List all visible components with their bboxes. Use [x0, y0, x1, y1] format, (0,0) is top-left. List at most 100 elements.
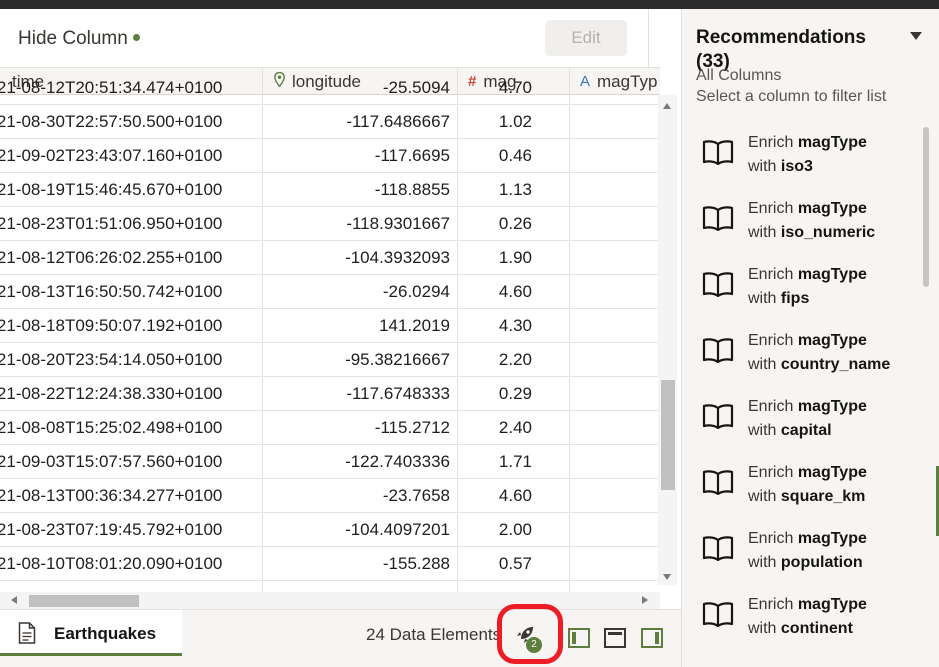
book-icon	[702, 337, 734, 368]
cell-time: 2021-08-13T16:50:50.742+0100	[0, 282, 223, 301]
recommendation-item[interactable]: Enrich magType with fips	[696, 259, 916, 311]
document-icon	[18, 622, 36, 649]
cell-longitude: -117.6695	[374, 146, 450, 165]
rec-column: magType	[797, 134, 867, 151]
data-element-count: 24 Data Elements	[366, 625, 502, 644]
table-row[interactable]: 2021-09-03T15:07:57.560+0100 -122.7403336…	[0, 445, 660, 479]
cell-longitude: -117.6748333	[346, 384, 450, 403]
cell-mag: 2.00	[498, 520, 532, 539]
scroll-down-icon[interactable]	[663, 574, 671, 580]
table-row[interactable]: 2021-08-18T09:50:07.192+0100 141.2019 4.30	[0, 309, 660, 343]
book-icon	[702, 139, 734, 170]
recommendation-item[interactable]: Enrich magType with iso3	[696, 127, 916, 179]
cell-longitude: -104.4097201	[345, 520, 450, 539]
vertical-scrollbar[interactable]	[658, 95, 677, 585]
rec-prefix: Enrich	[748, 134, 794, 151]
cell-longitude: -117.6486667	[346, 112, 450, 131]
rec-target: iso_numeric	[780, 224, 876, 241]
cell-mag: 4.60	[498, 282, 532, 301]
table-row[interactable]: 2021-08-23T01:51:06.950+0100 -118.9301667…	[0, 207, 660, 241]
book-icon	[702, 469, 734, 500]
cell-longitude: -95.38216667	[345, 350, 450, 369]
rec-prefix: Enrich	[748, 596, 794, 613]
vertical-scroll-thumb[interactable]	[661, 380, 675, 490]
rec-column: magType	[797, 200, 867, 217]
cell-longitude: -104.3932093	[345, 248, 450, 267]
recommendation-text: Enrich magType with capital	[748, 395, 867, 443]
rec-with: with	[748, 356, 777, 373]
layout-top-panel-button[interactable]	[604, 628, 626, 648]
recommendation-item[interactable]: Enrich magType with continent	[696, 589, 916, 641]
table-row[interactable]: 2021-08-19T15:46:45.670+0100 -118.8855 1.1…	[0, 173, 660, 207]
tab-earthquakes[interactable]: Earthquakes	[0, 610, 182, 656]
rec-prefix: Enrich	[748, 200, 794, 217]
cell-mag: 1.02	[498, 112, 532, 131]
rec-target: population	[780, 554, 863, 571]
recommendation-item[interactable]: Enrich magType with population	[696, 523, 916, 575]
hide-column-label[interactable]: Hide Column	[18, 28, 140, 50]
rec-column: magType	[797, 398, 867, 415]
recommendation-text: Enrich magType with iso_numeric	[748, 197, 875, 245]
scroll-up-icon[interactable]	[663, 103, 671, 109]
recommendation-item[interactable]: Enrich magType with square_km	[696, 457, 916, 509]
recommendation-text: Enrich magType with iso3	[748, 131, 867, 179]
table-row[interactable]: 2021-09-02T23:43:07.160+0100 -117.6695 0.4…	[0, 139, 660, 173]
edit-button[interactable]: Edit	[545, 20, 627, 56]
table-row[interactable]: 2021-08-22T12:24:38.330+0100 -117.6748333…	[0, 377, 660, 411]
table-row[interactable]: 2021-08-23T07:19:45.792+0100 -104.4097201…	[0, 513, 660, 547]
table-row[interactable]: 2021-08-13T00:36:34.277+0100 -23.7658 4.60	[0, 479, 660, 513]
recommendations-scrollbar[interactable]	[923, 127, 929, 287]
cell-longitude: -122.7403336	[345, 452, 450, 471]
layout-left-panel-button[interactable]	[568, 628, 590, 648]
rec-target: country_name	[780, 356, 891, 373]
table-row[interactable]: 2021-08-30T22:57:50.500+0100 -117.6486667…	[0, 105, 660, 139]
rec-column: magType	[797, 266, 867, 283]
table-row[interactable]: 2021-08-08T15:25:02.498+0100 -115.2712 2.4…	[0, 411, 660, 445]
rec-target: iso3	[780, 158, 813, 175]
book-icon	[702, 205, 734, 236]
cell-longitude: 141.2019	[379, 316, 450, 335]
cell-mag: 2.40	[498, 418, 532, 437]
cell-time: 2021-08-13T00:36:34.277+0100	[0, 486, 223, 505]
book-icon	[702, 403, 734, 434]
layout-right-panel-button[interactable]	[641, 628, 663, 648]
rec-target: square_km	[780, 488, 866, 505]
cell-time: 2021-08-23T01:51:06.950+0100	[0, 214, 223, 233]
recommendations-hint: Select a column to filter list	[696, 88, 887, 105]
cell-mag: 4.30	[498, 316, 532, 335]
book-icon	[702, 271, 734, 302]
book-icon	[702, 535, 734, 566]
chevron-down-icon[interactable]	[910, 32, 922, 40]
table-row[interactable]: 2021-08-20T23:54:14.050+0100 -95.38216667…	[0, 343, 660, 377]
cell-mag: 2.20	[498, 350, 532, 369]
cell-time: 2021-09-03T15:07:57.560+0100	[0, 452, 223, 471]
cell-longitude: -118.9301667	[346, 214, 450, 233]
highlight-annotation	[497, 604, 563, 664]
table-row[interactable]: 2021-08-13T16:50:50.742+0100 -26.0294 4.60	[0, 275, 660, 309]
recommendations-panel: Recommendations (33) All Columns Select …	[681, 9, 939, 667]
recommendation-text: Enrich magType with square_km	[748, 461, 867, 509]
data-panel: Hide Column Edit time longitude # mag A …	[0, 9, 681, 667]
status-dot-icon	[132, 34, 140, 42]
recommendation-item[interactable]: Enrich magType with iso_numeric	[696, 193, 916, 245]
cell-mag: 1.90	[498, 248, 532, 267]
horizontal-scrollbar[interactable]	[0, 592, 660, 609]
scroll-right-icon[interactable]	[642, 596, 648, 604]
recommendation-item[interactable]: Enrich magType with capital	[696, 391, 916, 443]
rec-with: with	[748, 224, 777, 241]
rec-column: magType	[797, 530, 867, 547]
rec-with: with	[748, 422, 777, 439]
table-row[interactable]: 2021-08-12T06:26:02.255+0100 -104.3932093…	[0, 241, 660, 275]
recommendation-text: Enrich magType with fips	[748, 263, 867, 311]
table-row[interactable]: 2021-08-12T20:51:34.474+0100 -25.5094 4.70	[0, 71, 660, 105]
cell-mag: 1.13	[498, 180, 532, 199]
recommendation-item[interactable]: Enrich magType with country_name	[696, 325, 916, 377]
rec-target: continent	[780, 620, 853, 637]
table-row[interactable]: 2021-08-10T08:01:20.090+0100 -155.288 0.57	[0, 547, 660, 581]
horizontal-scroll-thumb[interactable]	[29, 595, 139, 607]
rec-with: with	[748, 488, 777, 505]
scroll-left-icon[interactable]	[11, 596, 17, 604]
tab-label: Earthquakes	[54, 624, 157, 643]
cell-mag: 1.71	[498, 452, 532, 471]
cell-time: 2021-08-12T06:26:02.255+0100	[0, 248, 223, 267]
